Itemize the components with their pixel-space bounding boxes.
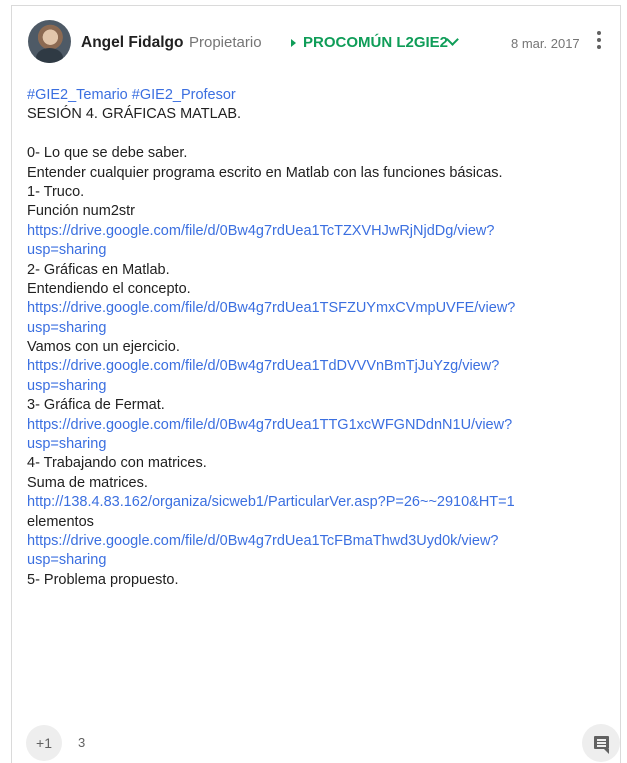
- post-link[interactable]: https://drive.google.com/file/d/0Bw4g7rd…: [27, 299, 617, 318]
- post-link[interactable]: usp=sharing: [27, 435, 617, 454]
- post-text-line: 4- Trabajando con matrices.: [27, 455, 207, 472]
- post-text-line: elementos: [27, 513, 94, 530]
- community-link[interactable]: PROCOMÚN L2GIE2: [303, 34, 448, 51]
- comment-button[interactable]: [582, 724, 620, 762]
- post-link[interactable]: https://drive.google.com/file/d/0Bw4g7rd…: [27, 416, 617, 435]
- author-avatar[interactable]: [28, 20, 71, 63]
- post-text-line: Entender cualquier programa escrito en M…: [27, 164, 503, 181]
- post-text-line: [27, 125, 617, 144]
- post-date[interactable]: 8 mar. 2017: [511, 36, 580, 51]
- post-link[interactable]: usp=sharing: [27, 551, 617, 570]
- chevron-down-icon[interactable]: [446, 33, 459, 46]
- post-text-line: Función num2str: [27, 203, 135, 220]
- post-body: #GIE2_Temario #GIE2_Profesor SESIÓN 4. GR…: [27, 86, 617, 590]
- author-name[interactable]: Angel Fidalgo: [81, 34, 183, 52]
- post-text-line: Vamos con un ejercicio.: [27, 339, 180, 356]
- post-link[interactable]: http://138.4.83.162/organiza/sicweb1/Par…: [27, 493, 617, 512]
- post-link[interactable]: https://drive.google.com/file/d/0Bw4g7rd…: [27, 532, 617, 551]
- comment-icon: [594, 736, 609, 754]
- post-card: Angel Fidalgo Propietario PROCOMÚN L2GIE…: [11, 5, 621, 763]
- post-link[interactable]: https://drive.google.com/file/d/0Bw4g7rd…: [27, 357, 617, 376]
- post-text-line: Suma de matrices.: [27, 474, 148, 491]
- post-text-line: 0- Lo que se debe saber.: [27, 145, 188, 162]
- post-link[interactable]: usp=sharing: [27, 241, 617, 260]
- plus-one-button[interactable]: +1: [26, 725, 62, 761]
- post-text-line: 1- Truco.: [27, 183, 85, 200]
- plus-one-count: 3: [78, 735, 86, 750]
- post-footer: +1 3: [26, 723, 620, 763]
- post-link[interactable]: usp=sharing: [27, 319, 617, 338]
- post-link[interactable]: usp=sharing: [27, 377, 617, 396]
- post-header: Angel Fidalgo Propietario PROCOMÚN L2GIE…: [28, 20, 608, 64]
- post-text-line: SESIÓN 4. GRÁFICAS MATLAB.: [27, 106, 242, 123]
- post-text-line: 2- Gráficas en Matlab.: [27, 261, 170, 278]
- post-text-line: 5- Problema propuesto.: [27, 571, 179, 588]
- arrow-right-icon: [291, 39, 296, 47]
- post-text-line: 3- Gráfica de Fermat.: [27, 397, 165, 414]
- author-role: Propietario: [189, 34, 262, 51]
- post-hashtags[interactable]: #GIE2_Temario #GIE2_Profesor: [27, 86, 617, 105]
- post-link[interactable]: https://drive.google.com/file/d/0Bw4g7rd…: [27, 222, 617, 241]
- more-vert-icon[interactable]: [596, 31, 602, 53]
- post-text-line: Entendiendo el concepto.: [27, 280, 191, 297]
